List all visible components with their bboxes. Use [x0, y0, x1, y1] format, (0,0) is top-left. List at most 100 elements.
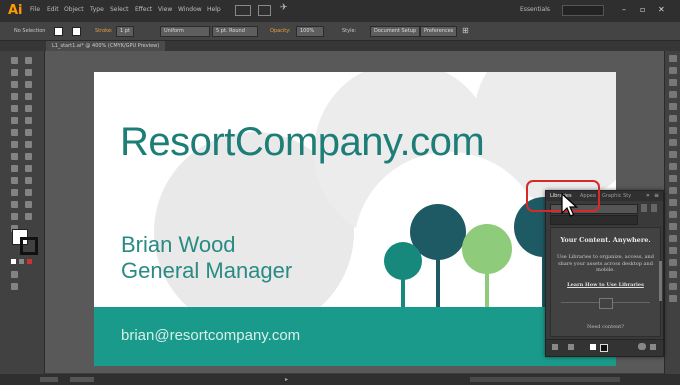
mesh-tool-icon[interactable] — [25, 165, 32, 172]
menu-view[interactable]: View — [158, 6, 172, 13]
close-button[interactable]: ✕ — [658, 5, 665, 14]
gradient-panel-icon[interactable] — [669, 127, 677, 134]
graph-tool-icon[interactable] — [11, 201, 18, 208]
swatches-panel-icon[interactable] — [669, 79, 677, 86]
color-panel-icon[interactable] — [669, 55, 677, 62]
symbols-panel-icon[interactable] — [669, 103, 677, 110]
menu-window[interactable]: Window — [178, 6, 202, 13]
panel-menu-icon[interactable]: ≡ — [654, 192, 659, 199]
menu-file[interactable]: File — [30, 6, 40, 13]
perspective-grid-tool-icon[interactable] — [11, 165, 18, 172]
magic-wand-tool-icon[interactable] — [11, 69, 18, 76]
pathfinder-panel-icon[interactable] — [669, 223, 677, 230]
color-guide-panel-icon[interactable] — [669, 67, 677, 74]
type-tool-icon[interactable] — [11, 93, 18, 100]
menu-type[interactable]: Type — [90, 6, 104, 13]
restore-button[interactable]: ▫ — [640, 5, 645, 14]
opacity-field[interactable]: 100% — [296, 26, 324, 37]
transparency-panel-icon[interactable] — [669, 139, 677, 146]
direct-selection-tool-icon[interactable] — [25, 57, 32, 64]
appearance-panel-icon[interactable] — [669, 151, 677, 158]
document-setup-button[interactable]: Document Setup — [370, 26, 421, 37]
variable-width-profile[interactable]: Uniform — [160, 26, 210, 37]
stock-icon[interactable] — [599, 298, 613, 309]
paintbrush-tool-icon[interactable] — [25, 105, 32, 112]
eyedropper-tool-icon[interactable] — [25, 177, 32, 184]
workspace-switcher[interactable]: Essentials — [520, 6, 550, 13]
screen-mode-icon[interactable] — [11, 283, 18, 290]
artboards-panel-icon[interactable] — [669, 283, 677, 290]
preferences-button[interactable]: Preferences — [420, 26, 458, 37]
cloud-icon[interactable] — [638, 343, 646, 350]
menu-effect[interactable]: Effect — [135, 6, 152, 13]
links-panel-icon[interactable] — [669, 271, 677, 278]
layers-panel-icon[interactable] — [669, 175, 677, 182]
slice-tool-icon[interactable] — [11, 213, 18, 220]
add-content-icon[interactable] — [552, 344, 558, 350]
search-stock-input[interactable] — [562, 5, 604, 16]
stroke-panel-icon[interactable] — [669, 115, 677, 122]
menu-select[interactable]: Select — [110, 6, 129, 13]
pen-tool-icon[interactable] — [11, 81, 18, 88]
artboard-navigation[interactable] — [70, 377, 94, 382]
character-panel-icon[interactable] — [669, 235, 677, 242]
menu-object[interactable]: Object — [64, 6, 84, 13]
align-panel-icon[interactable] — [669, 211, 677, 218]
list-view-icon[interactable] — [651, 204, 657, 212]
shaper-tool-icon[interactable] — [11, 117, 18, 124]
lasso-tool-icon[interactable] — [25, 69, 32, 76]
color-mode-icon[interactable] — [11, 259, 16, 264]
scale-tool-icon[interactable] — [11, 141, 18, 148]
width-tool-icon[interactable] — [25, 141, 32, 148]
tab-graphic-styles[interactable]: Graphic Sty — [602, 193, 631, 199]
menu-help[interactable]: Help — [207, 6, 221, 13]
arrange-icon[interactable]: ⊞ — [462, 26, 469, 35]
zoom-field[interactable] — [40, 377, 58, 382]
stroke-weight-field[interactable]: 1 pt — [116, 26, 134, 37]
gradient-tool-icon[interactable] — [11, 177, 18, 184]
rotate-tool-icon[interactable] — [25, 129, 32, 136]
opentype-panel-icon[interactable] — [669, 259, 677, 266]
document-tab[interactable]: L1_start1.ai* @ 400% (CMYK/GPU Preview) — [46, 41, 166, 51]
arrange-documents-icon[interactable] — [258, 5, 271, 16]
pencil-tool-icon[interactable] — [25, 117, 32, 124]
paragraph-panel-icon[interactable] — [669, 247, 677, 254]
stroke-swatch-icon[interactable] — [600, 344, 608, 352]
line-tool-icon[interactable] — [25, 93, 32, 100]
fill-swatch-icon[interactable] — [590, 344, 596, 350]
stroke-color-icon[interactable] — [20, 237, 38, 255]
text-icon[interactable] — [568, 344, 574, 350]
eraser-tool-icon[interactable] — [11, 129, 18, 136]
rectangle-tool-icon[interactable] — [11, 105, 18, 112]
symbol-sprayer-tool-icon[interactable] — [25, 189, 32, 196]
shape-builder-tool-icon[interactable] — [25, 153, 32, 160]
selection-tool-icon[interactable] — [11, 57, 18, 64]
menu-edit[interactable]: Edit — [47, 6, 59, 13]
brush-definition[interactable]: 5 pt. Round — [212, 26, 258, 37]
free-transform-tool-icon[interactable] — [11, 153, 18, 160]
none-mode-icon[interactable] — [27, 259, 32, 264]
gpu-performance-icon[interactable]: ✈ — [280, 3, 288, 13]
collapse-icon[interactable]: » — [646, 192, 650, 199]
stroke-swatch[interactable] — [72, 27, 81, 36]
asset-export-panel-icon[interactable] — [669, 295, 677, 302]
minimize-button[interactable]: – — [622, 5, 626, 14]
trash-icon[interactable] — [650, 344, 656, 350]
gradient-mode-icon[interactable] — [19, 259, 24, 264]
fill-swatch[interactable] — [54, 27, 63, 36]
transform-panel-icon[interactable] — [669, 199, 677, 206]
artboard[interactable]: ResortCompany.com Brian Wood General Man… — [94, 72, 616, 366]
bridge-icon[interactable] — [235, 5, 251, 16]
panel-scrollbar[interactable] — [659, 261, 662, 301]
brushes-panel-icon[interactable] — [669, 91, 677, 98]
status-menu-icon[interactable]: ▸ — [285, 376, 288, 383]
learn-libraries-link[interactable]: Learn How to Use Libraries — [551, 282, 660, 288]
artboard-tool-icon[interactable] — [25, 201, 32, 208]
libraries-panel-icon[interactable] — [669, 187, 677, 194]
graphic-styles-panel-icon[interactable] — [669, 163, 677, 170]
horizontal-scrollbar[interactable] — [470, 377, 620, 382]
hand-tool-icon[interactable] — [25, 213, 32, 220]
curvature-tool-icon[interactable] — [25, 81, 32, 88]
grid-view-icon[interactable] — [641, 204, 647, 212]
draw-mode-icon[interactable] — [11, 271, 18, 278]
